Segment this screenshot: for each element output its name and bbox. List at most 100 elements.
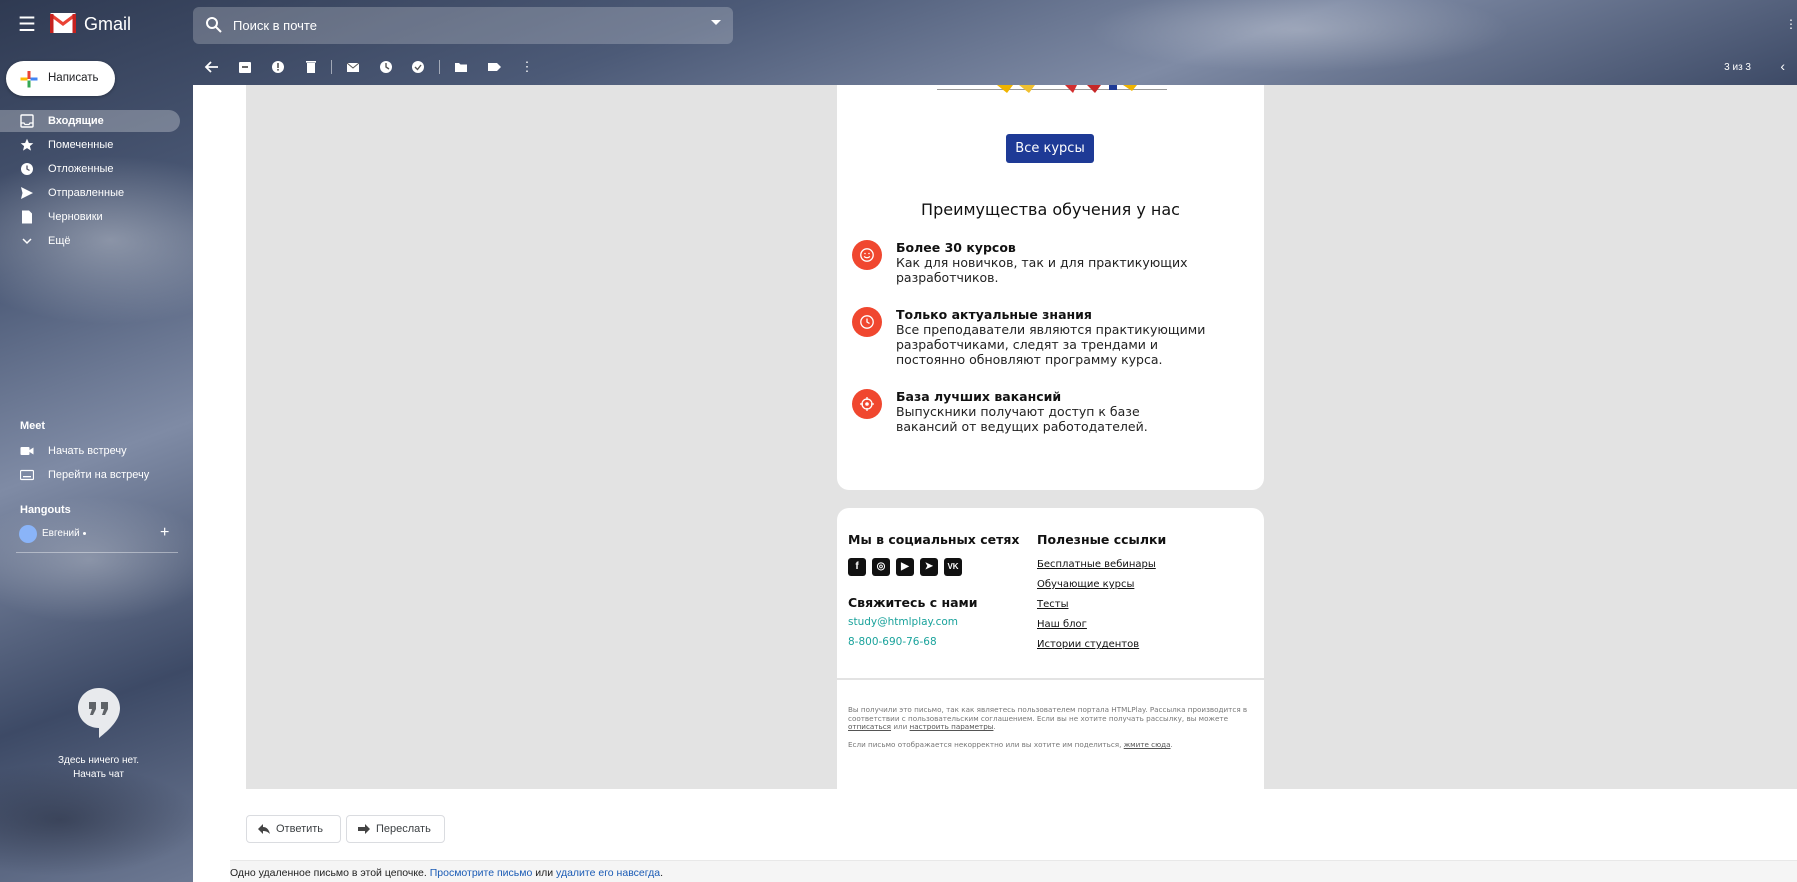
sidebar-item-snoozed[interactable]: Отложенные [0, 158, 180, 180]
forward-button[interactable]: Переслать [346, 815, 445, 843]
legal-or: или [893, 722, 908, 731]
meet-section-title: Meet [20, 420, 46, 432]
meet-item-label: Перейти на встречу [48, 469, 150, 481]
settings-link[interactable]: настроить параметры [910, 722, 994, 731]
view-online-link[interactable]: жмите сюда [1124, 740, 1171, 749]
sidebar-item-sent[interactable]: Отправленные [0, 182, 180, 204]
message-view: Все курсы Преимущества обучения у нас Бо… [193, 85, 1797, 882]
vk-icon[interactable]: VK [944, 558, 962, 576]
compose-plus-icon [20, 71, 38, 88]
sidebar-item-label: Черновики [48, 211, 103, 223]
legal-view-online: Если письмо отображается некорректно или… [848, 740, 1173, 749]
feature-title: Только актуальные знания [896, 307, 1092, 322]
contact-email-link[interactable]: study@htmlplay.com [848, 616, 958, 628]
back-arrow-icon[interactable] [203, 58, 221, 76]
add-task-icon[interactable] [410, 58, 428, 76]
snooze-icon[interactable] [377, 58, 395, 76]
hangouts-user-name: Евгений [42, 528, 80, 539]
view-message-link[interactable]: Просмотрите письмо [430, 867, 533, 879]
keyboard-icon [20, 469, 34, 481]
hangouts-user[interactable]: Евгений [16, 523, 176, 545]
search-options-icon[interactable] [711, 20, 721, 25]
reply-label: Ответить [276, 823, 324, 835]
reply-button[interactable]: Ответить [246, 815, 341, 843]
meet-join-meeting[interactable]: Перейти на встречу [0, 465, 180, 485]
footer-link[interactable]: Тесты [1037, 599, 1068, 610]
legal-view-text: Если письмо отображается некорректно или… [848, 740, 1122, 749]
main-menu-icon[interactable]: ☰ [16, 14, 38, 36]
older-message-icon[interactable]: ‹ [1780, 58, 1785, 74]
feature-title: Более 30 курсов [896, 240, 1016, 255]
footer-link[interactable]: Истории студентов [1037, 639, 1139, 650]
telegram-icon[interactable]: ➤ [920, 558, 938, 576]
video-icon [20, 447, 34, 455]
chevron-down-icon [22, 238, 32, 245]
advantages-card: Все курсы Преимущества обучения у нас Бо… [837, 85, 1264, 490]
facebook-icon[interactable]: f [848, 558, 866, 576]
smile-icon [852, 240, 882, 270]
footer-link[interactable]: Наш блог [1037, 619, 1087, 630]
delete-icon[interactable] [302, 58, 320, 76]
feature-item: Более 30 курсов Как для новичков, так и … [852, 240, 1262, 285]
notice-or: или [535, 867, 554, 879]
youtube-icon[interactable]: ▶ [896, 558, 914, 576]
add-contact-icon[interactable]: + [160, 524, 169, 542]
sidebar-item-label: Отправленные [48, 187, 125, 199]
target-icon [852, 389, 882, 419]
search-bar [193, 7, 733, 44]
feature-description: Выпускники получают доступ к базе ваканс… [896, 404, 1148, 434]
sidebar-item-label: Входящие [48, 115, 104, 127]
compose-button[interactable]: Написать [6, 61, 115, 96]
apps-icon[interactable]: ⋮ [1785, 17, 1797, 33]
instagram-icon[interactable]: ◎ [872, 558, 890, 576]
search-input[interactable] [233, 7, 683, 44]
unsubscribe-link[interactable]: отписаться [848, 722, 891, 731]
footer-link[interactable]: Бесплатные вебинары [1037, 559, 1156, 570]
sidebar-item-drafts[interactable]: Черновики [0, 206, 180, 228]
contact-title: Свяжитесь с нами [848, 595, 978, 610]
clock-icon [852, 307, 882, 337]
draft-icon [22, 210, 32, 224]
send-icon [21, 187, 33, 199]
compose-label: Написать [48, 72, 99, 84]
feature-item: База лучших вакансий Выпускники получают… [852, 389, 1262, 434]
all-courses-button[interactable]: Все курсы [1006, 134, 1094, 163]
avatar [19, 525, 37, 543]
search-icon[interactable] [205, 16, 223, 34]
more-options-icon[interactable]: ⋮ [518, 58, 536, 76]
legal-body: Вы получили это письмо, так как являетес… [848, 705, 1248, 723]
sidebar-item-label: Ещё [48, 235, 71, 247]
sidebar-item-inbox[interactable]: Входящие [0, 110, 180, 132]
label-icon[interactable] [485, 58, 503, 76]
reply-icon [258, 824, 270, 834]
mark-unread-icon[interactable] [344, 58, 362, 76]
email-footer-card: Мы в социальных сетях f ◎ ▶ ➤ VK Свяжите… [837, 508, 1264, 789]
footer-link[interactable]: Обучающие курсы [1037, 579, 1134, 590]
sidebar-divider [16, 552, 178, 553]
meet-item-label: Начать встречу [48, 445, 127, 457]
contact-phone-link[interactable]: 8-800-690-76-68 [848, 636, 937, 648]
forward-icon [358, 824, 370, 834]
feature-description: Как для новичков, так и для практикующих… [896, 255, 1188, 285]
advantages-title: Преимущества обучения у нас [921, 200, 1180, 219]
deleted-message-notice: Одно удаленное письмо в этой цепочке. Пр… [230, 860, 1797, 882]
hangouts-empty-text: Здесь ничего нет. [57, 755, 140, 766]
report-spam-icon[interactable] [269, 58, 287, 76]
start-chat-link[interactable]: Начать чат [0, 769, 197, 780]
useful-links-title: Полезные ссылки [1037, 532, 1167, 547]
archive-icon[interactable] [236, 58, 254, 76]
clock-icon [21, 163, 33, 175]
meet-start-meeting[interactable]: Начать встречу [0, 441, 180, 461]
email-body: Все курсы Преимущества обучения у нас Бо… [246, 85, 1797, 789]
toolbar-divider [331, 60, 332, 74]
flags-illustration [937, 85, 1167, 93]
inbox-icon [20, 114, 34, 128]
sidebar-item-more[interactable]: Ещё [0, 230, 180, 252]
app-title: Gmail [84, 14, 132, 34]
hangouts-section-title: Hangouts [20, 504, 71, 516]
sidebar-item-starred[interactable]: Помеченные [0, 134, 180, 156]
gmail-logo-icon[interactable] [50, 12, 76, 34]
move-to-icon[interactable] [452, 58, 470, 76]
delete-forever-link[interactable]: удалите его навсегда [556, 867, 660, 879]
chevron-down-icon [83, 532, 86, 535]
